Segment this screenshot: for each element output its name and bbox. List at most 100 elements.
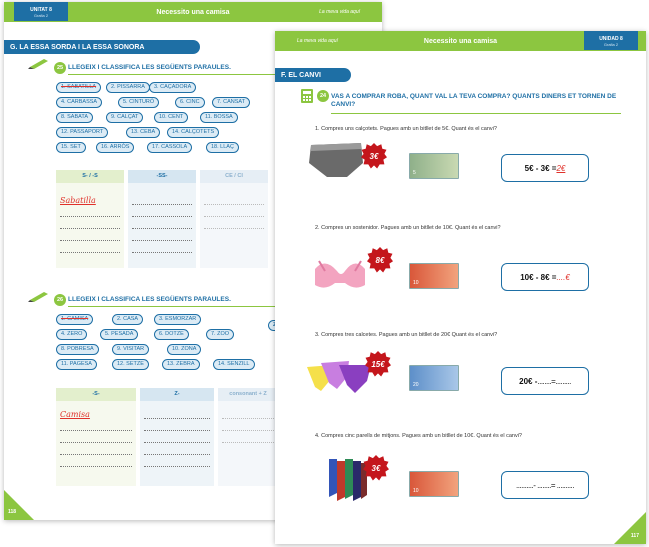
column-ce-ci	[200, 170, 268, 268]
column-header: -SS-	[128, 170, 196, 183]
word-chip: 2. PISSARRA	[106, 82, 150, 93]
column-header: CE / CI	[200, 170, 268, 183]
answer-box-3[interactable]: 20€ - ........=.........	[501, 367, 589, 395]
column-consonant-z	[218, 388, 278, 486]
word-chip: 12. SETZE	[112, 359, 149, 370]
word-chip: 11. PAGESA	[56, 359, 97, 370]
word-chip: 6. CINC	[175, 97, 205, 108]
answer-box-2[interactable]: 10€ - 8€ = ....€	[501, 263, 589, 291]
word-chip: 3. ESMORZAR	[154, 314, 202, 325]
left-page-number: 118	[8, 509, 17, 515]
corner-triangle	[4, 490, 34, 520]
banknote-value: 5	[413, 170, 416, 176]
word-chip: 9. CALÇAT	[106, 112, 144, 123]
word-chip: 1. SABATILLA	[56, 82, 102, 93]
column-z	[140, 388, 214, 486]
section-g-title: G. LA ESSA SORDA I LA ESSA SONORA	[4, 40, 200, 54]
underwear-image	[309, 143, 363, 177]
word-chip: 11. BOSSA	[200, 112, 238, 123]
right-unit-badge: UNIDAD 8 Grafia 2	[584, 31, 638, 50]
banknote-icon: 10	[409, 263, 459, 289]
word-chip: 6. DOTZE	[154, 329, 189, 340]
exercise-24-instruction: VAS A COMPRAR ROBA, QUANT VAL LA TEVA CO…	[331, 93, 617, 108]
word-chip: 15. SET	[56, 142, 86, 153]
right-unit-sub: Grafia 2	[603, 42, 619, 47]
question-2-text: 2. Compres un sostenidor. Pagues amb un …	[315, 225, 501, 231]
word-chip: 14. SENZILL	[213, 359, 255, 370]
word-chip: 17. CASSOLA	[147, 142, 193, 153]
word-chip: 8. SABATA	[56, 112, 94, 123]
column-s-single	[56, 388, 136, 486]
column-ss	[128, 170, 196, 268]
word-chip: 5. CINTURÓ	[118, 97, 160, 108]
answer-box-4[interactable]: ..........- ........= ..........	[501, 471, 589, 499]
section-f-title: F. EL CANVI	[275, 68, 351, 82]
banknote-icon: 20	[409, 365, 459, 391]
word-chip: 14. CALÇOTETS	[167, 127, 220, 138]
column-s	[56, 170, 124, 268]
answer-value: 2€	[556, 163, 566, 173]
column-header: -S-	[56, 388, 136, 401]
left-unit-badge: UNITAT 8 Grafia 2	[14, 2, 68, 21]
answer-value: ....€	[556, 272, 570, 282]
bra-image	[315, 260, 365, 288]
equation: 10€ - 8€ =	[520, 272, 557, 282]
banknote-icon: 10	[409, 471, 459, 497]
word-chip: 1. CAMISA	[56, 314, 94, 325]
word-chip: 8. POBRESA	[56, 344, 99, 355]
column-header: Z-	[140, 388, 214, 401]
exercise-25-rule	[68, 74, 298, 75]
question-1-text: 1. Compres uns calçotets. Pagues amb un …	[315, 126, 497, 132]
word-chip: 16. ARRÒS	[96, 142, 135, 153]
banknote-value: 10	[413, 488, 419, 494]
word-chip: 4. ZERO	[56, 329, 88, 340]
word-chip: 9. VISITAR	[112, 344, 150, 355]
price-badge: 8€	[367, 247, 393, 273]
equation: 20€ -	[519, 376, 538, 386]
socks-image	[329, 459, 367, 501]
word-chip: 4. CARBASSA	[56, 97, 103, 108]
answer-value: ........=.........	[537, 376, 571, 386]
handwritten-answer: Sabatilla	[60, 196, 96, 205]
column-header: S- / -S	[56, 170, 124, 183]
exercise-24-number: 24	[317, 90, 329, 102]
left-title: Necessito una camisa	[156, 8, 230, 16]
column-header: consonant + Z	[218, 388, 278, 401]
banknote-value: 20	[413, 382, 419, 388]
word-chip: 7. ZOO	[206, 329, 235, 340]
answer-box-1[interactable]: 5€ - 3€ = 2€	[501, 154, 589, 182]
equation: 5€ - 3€ =	[524, 163, 557, 173]
corner-triangle	[614, 512, 646, 544]
right-tagline: La meva vida aquí	[297, 38, 338, 44]
banknote-icon: 5	[409, 153, 459, 179]
word-chip: 18. LLAÇ	[206, 142, 239, 153]
exercise-26-instruction: LLEGEIX I CLASSIFICA LES SEGÜENTS PARAUL…	[68, 296, 231, 303]
left-tagline: La meva vida aquí	[319, 9, 360, 15]
exercise-24-rule	[331, 113, 621, 114]
left-unit-sub: Grafia 2	[33, 13, 49, 18]
answer-value: ..........- ........= ..........	[515, 480, 575, 490]
pencil-icon	[28, 292, 48, 302]
question-3-text: 3. Compres tres calcetes. Pagues amb un …	[315, 332, 498, 338]
exercise-26-number: 26	[54, 294, 66, 306]
word-chip: 13. CEBA	[126, 127, 161, 138]
word-chip: 10. ZONA	[167, 344, 202, 355]
right-title: Necessito una camisa	[423, 37, 498, 45]
handwritten-answer: Camisa	[60, 410, 90, 419]
exercise-25-instruction: LLEGEIX I CLASSIFICA LES SEGÜENTS PARAUL…	[68, 64, 231, 71]
word-chip: 3. CAÇADORA	[149, 82, 197, 93]
word-chip: 2. CASA	[112, 314, 144, 325]
calculator-icon	[301, 89, 313, 103]
word-chip: 5. PESADA	[100, 329, 139, 340]
right-page-number: 117	[630, 533, 639, 539]
exercise-26-rule	[68, 306, 278, 307]
word-chip: 10. CENT	[154, 112, 189, 123]
panties-image	[307, 361, 371, 393]
word-chip: 7. CANSAT	[212, 97, 251, 108]
question-4-text: 4. Compres cinc parells de mitjons. Pagu…	[315, 433, 522, 439]
word-chip: 12. PASSAPORT	[56, 127, 109, 138]
exercise-25-number: 25	[54, 62, 66, 74]
banknote-value: 10	[413, 280, 419, 286]
right-page: La meva vida aquí Necessito una camisa U…	[275, 31, 646, 544]
word-chip: 13. ZEBRA	[162, 359, 200, 370]
